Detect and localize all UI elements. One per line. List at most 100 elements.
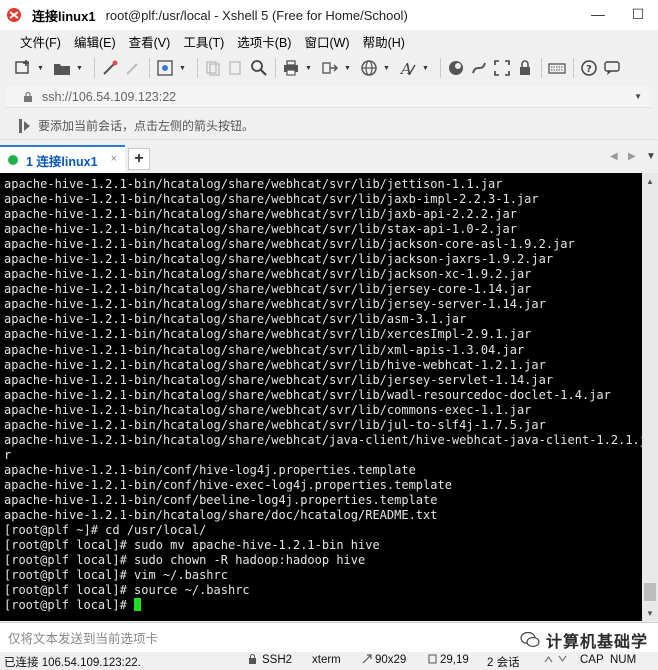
transfer-icon[interactable] <box>321 59 339 77</box>
terminal-line: apache-hive-1.2.1-bin/hcatalog/share/web… <box>4 222 517 237</box>
toolbar-divider <box>440 58 441 78</box>
chevron-down-icon[interactable]: ▼ <box>634 92 642 101</box>
maximize-button[interactable]: ☐ <box>618 0 658 28</box>
window-title: root@plf:/usr/local - Xshell 5 (Free for… <box>105 7 408 23</box>
script-icon[interactable] <box>470 59 488 77</box>
wechat-icon <box>520 631 540 648</box>
terminal-line: apache-hive-1.2.1-bin/hcatalog/share/web… <box>4 267 532 282</box>
chat-icon[interactable] <box>603 59 621 77</box>
menu-tabs[interactable]: 选项卡(B) <box>231 32 298 51</box>
connected-status-icon <box>8 155 18 165</box>
terminal-line: apache-hive-1.2.1-bin/hcatalog/share/web… <box>4 402 532 417</box>
fullscreen-icon[interactable] <box>493 59 511 77</box>
status-sessions: 2 会话 <box>487 657 520 669</box>
terminal-line: apache-hive-1.2.1-bin/hcatalog/share/web… <box>4 312 467 327</box>
add-tab-button[interactable]: + <box>128 148 150 170</box>
status-position: 29,19 <box>440 654 469 666</box>
scrollbar-thumb[interactable] <box>644 583 656 601</box>
tab-label: 1 连接linux1 <box>26 154 98 169</box>
terminal-output[interactable]: apache-hive-1.2.1-bin/hcatalog/share/web… <box>0 173 642 621</box>
minimize-button[interactable]: — <box>578 0 618 28</box>
terminal-scrollbar[interactable]: ▲ ▼ <box>642 173 658 621</box>
menu-edit[interactable]: 编辑(E) <box>68 32 123 51</box>
toolbar-divider <box>197 58 198 78</box>
terminal-line: apache-hive-1.2.1-bin/hcatalog/share/web… <box>4 282 532 297</box>
font-icon[interactable]: A <box>399 59 417 77</box>
add-session-arrow-icon[interactable] <box>18 118 32 134</box>
status-caps-lock: CAP <box>580 654 604 666</box>
status-term: xterm <box>312 654 341 666</box>
toolbar-divider <box>149 58 150 78</box>
terminal-line: apache-hive-1.2.1-bin/hcatalog/share/web… <box>4 192 539 207</box>
chevron-down-icon[interactable] <box>558 654 567 666</box>
menu-window[interactable]: 窗口(W) <box>298 32 356 51</box>
status-size: 90x29 <box>375 654 407 666</box>
open-folder-icon[interactable] <box>53 59 71 77</box>
terminal-prompt: [root@plf local]# <box>4 598 135 613</box>
terminal-prompt-line[interactable]: [root@plf local]# <box>4 598 642 613</box>
terminal-line: apache-hive-1.2.1-bin/hcatalog/share/web… <box>4 237 575 252</box>
terminal-line: apache-hive-1.2.1-bin/hcatalog/share/web… <box>4 357 546 372</box>
keyboard-icon[interactable] <box>548 59 566 77</box>
reconnect-icon[interactable] <box>101 59 119 77</box>
cursor-position-icon <box>428 654 437 667</box>
lock-icon <box>24 91 32 102</box>
copy-icon[interactable] <box>204 59 222 77</box>
watermark: 计算机基础学 <box>520 628 648 652</box>
scroll-down-icon[interactable]: ▼ <box>642 605 658 621</box>
chevron-left-icon[interactable]: ◀ <box>610 151 618 162</box>
terminal-line: apache-hive-1.2.1-bin/hcatalog/share/web… <box>4 417 546 432</box>
chevron-down-icon[interactable]: ▼ <box>37 65 45 72</box>
svg-text:?: ? <box>586 64 592 75</box>
terminal-line: apache-hive-1.2.1-bin/hcatalog/share/web… <box>4 387 611 402</box>
menu-file[interactable]: 文件(F) <box>0 32 68 51</box>
chevron-down-icon[interactable]: ▼ <box>179 65 187 72</box>
address-input[interactable]: ssh://106.54.109.123:22 <box>42 90 176 104</box>
toolbar-divider <box>541 58 542 78</box>
xftp-icon[interactable] <box>447 59 465 77</box>
scroll-up-icon[interactable]: ▲ <box>642 173 658 189</box>
terminal-line: apache-hive-1.2.1-bin/hcatalog/share/web… <box>4 372 554 387</box>
menu-view[interactable]: 查看(V) <box>123 32 178 51</box>
chevron-up-icon[interactable] <box>544 654 553 666</box>
find-icon[interactable] <box>250 59 268 77</box>
chevron-down-icon[interactable]: ▼ <box>344 65 352 72</box>
menu-tools[interactable]: 工具(T) <box>177 32 231 51</box>
disconnect-icon[interactable] <box>124 59 142 77</box>
help-icon[interactable]: ? <box>580 59 598 77</box>
paste-icon[interactable] <box>227 59 245 77</box>
terminal-line: [root@plf local]# vim ~/.bashrc <box>4 568 228 583</box>
chevron-right-icon[interactable]: ▶ <box>628 151 636 162</box>
chevron-down-icon[interactable]: ▼ <box>422 65 430 72</box>
terminal-line: [root@plf local]# sudo chown -R hadoop:h… <box>4 553 366 568</box>
menu-bar: 文件(F) 编辑(E) 查看(V) 工具(T) 选项卡(B) 窗口(W) 帮助(… <box>0 30 658 52</box>
status-connection: 已连接 106.54.109.123:22. <box>4 657 141 669</box>
new-session-icon[interactable] <box>14 59 32 77</box>
toolbar: ▼ ▼ ▼ ▼ ▼ ▼ A ▼ ? <box>0 52 658 84</box>
compose-input[interactable]: 仅将文本发送到当前选项卡 <box>8 628 158 647</box>
print-icon[interactable] <box>282 59 300 77</box>
xshell-app-icon <box>7 8 21 22</box>
chevron-down-icon[interactable]: ▼ <box>76 65 84 72</box>
terminal-line: [root@plf local]# sudo mv apache-hive-1.… <box>4 538 380 553</box>
chevron-down-icon[interactable]: ▼ <box>646 151 656 162</box>
ssh-lock-icon <box>248 654 257 667</box>
globe-icon[interactable] <box>360 59 378 77</box>
lock-screen-icon[interactable] <box>516 59 534 77</box>
tab-session-linux1[interactable]: 1 连接linux1 × <box>0 145 125 173</box>
chevron-down-icon[interactable]: ▼ <box>305 65 313 72</box>
address-bar[interactable]: ssh://106.54.109.123:22 ▼ <box>6 86 652 108</box>
status-protocol: SSH2 <box>262 654 293 666</box>
status-bar: 已连接 106.54.109.123:22. SSH2 xterm 90x29 … <box>0 652 658 670</box>
terminal-size-icon <box>362 654 372 667</box>
terminal-line: apache-hive-1.2.1-bin/hcatalog/share/web… <box>4 342 525 357</box>
terminal-line: r <box>4 447 12 462</box>
properties-icon[interactable] <box>156 59 174 77</box>
close-icon[interactable]: × <box>111 153 117 165</box>
tab-bar: 1 连接linux1 × + ◀ ▶ ▼ <box>0 145 658 173</box>
chevron-down-icon[interactable]: ▼ <box>383 65 391 72</box>
menu-help[interactable]: 帮助(H) <box>357 32 412 51</box>
toolbar-divider <box>275 58 276 78</box>
toolbar-divider <box>573 58 574 78</box>
terminal-line: apache-hive-1.2.1-bin/hcatalog/share/web… <box>4 327 532 342</box>
